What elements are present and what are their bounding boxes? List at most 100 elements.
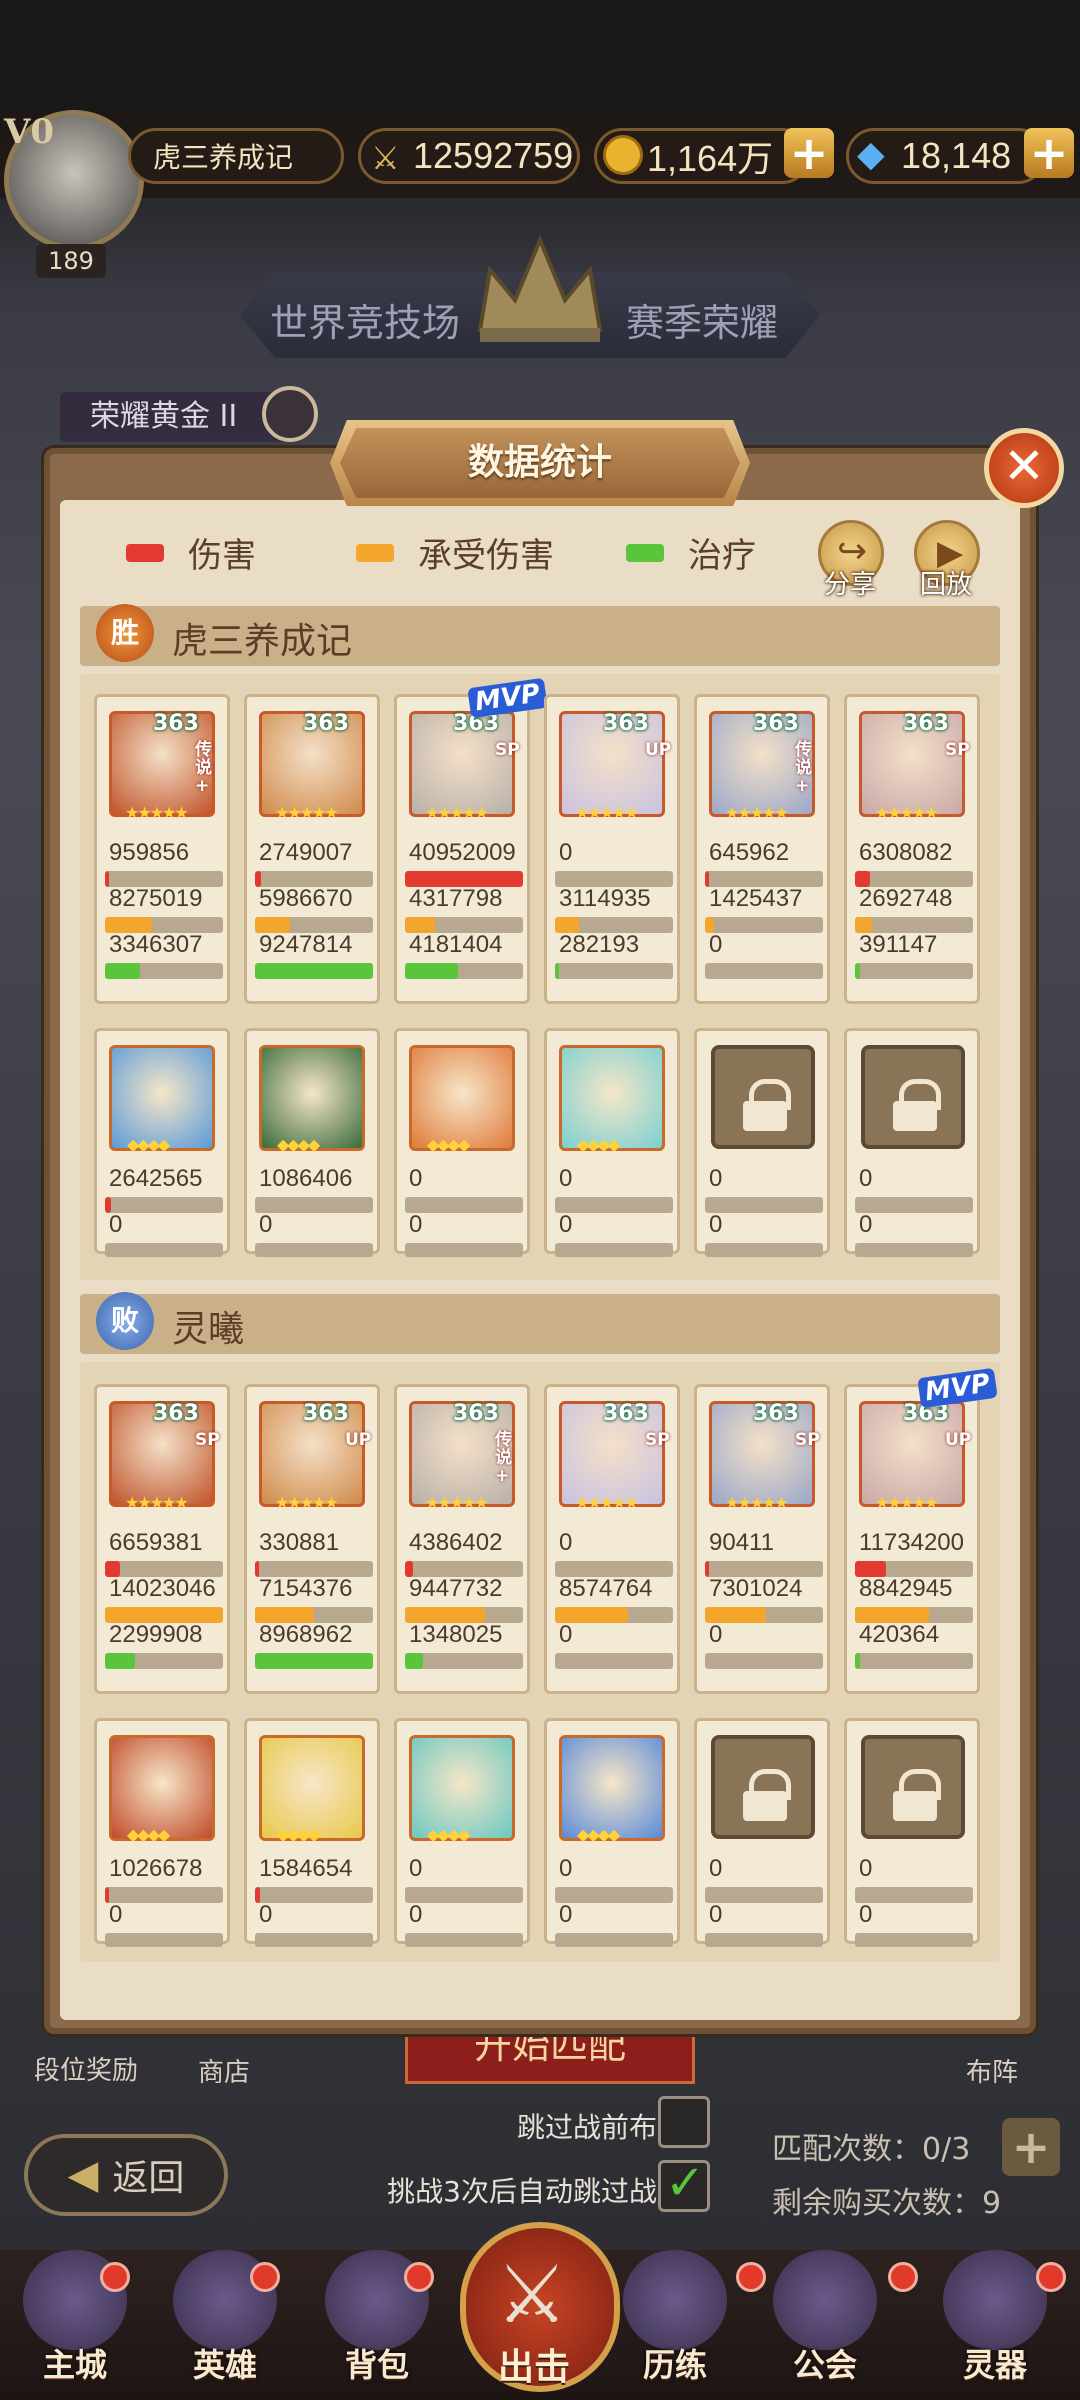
taken-value: 7154376 [259,1575,353,1602]
damage-bar-fill [105,1887,109,1903]
damage-value: 1086406 [259,1165,353,1192]
player-name-pill: 虎三养成记 [128,128,344,184]
back-button[interactable]: ◀ 返回 [24,2134,228,2216]
hero-tag: 传说+ [495,1430,512,1486]
damage-bar [855,1197,973,1213]
pet-card[interactable]: ◆◆◆◆ 1026678 0 [94,1718,230,1947]
heal-value: 2299908 [109,1621,203,1648]
taken-bar [555,1933,673,1947]
legend-label: 伤害 [188,536,256,576]
add-match-button[interactable]: + [1002,2118,1060,2176]
hero-level: 363 [303,1401,349,1426]
stars-icon: ★★★★★ [575,803,639,822]
taken-bar [105,1933,223,1947]
legend-taken: 承受伤害 [356,528,554,577]
orb-icon [943,2250,1047,2350]
locked-slot[interactable]: 00 [844,1718,980,1947]
damage-value: 0 [559,1529,573,1556]
lock-icon [711,1735,815,1839]
damage-bar [555,1887,673,1903]
hero-card[interactable]: 363 UP ★★★★★ 330881 7154376 8968962 [244,1384,380,1694]
stars-icon: ◆◆◆◆ [427,1825,470,1844]
hero-level: 363 [903,711,949,736]
heal-bar-fill [405,1653,423,1669]
heal-bar [555,1653,673,1669]
pet-card[interactable]: ◆◆◆◆ 0 0 [544,1028,680,1257]
hero-card[interactable]: 363 SP ★★★★★ 90411 7301024 0 [694,1384,830,1694]
heal-bar [855,963,973,979]
pet-card[interactable]: ◆◆◆◆ 0 0 [394,1028,530,1257]
heal-bar [855,1653,973,1669]
pet-card[interactable]: ◆◆◆◆ 0 0 [394,1718,530,1947]
pet-card[interactable]: ◆◆◆◆ 1086406 0 [244,1028,380,1257]
vip-level: V0 [4,112,55,152]
add-gems-button[interactable]: + [1024,126,1074,180]
hero-card[interactable]: 363 传说+ ★★★★★ 4386402 9447732 1348025 [394,1384,530,1694]
damage-value: 11734200 [859,1529,964,1556]
formation-label[interactable]: 布阵 [966,2052,1018,2089]
stars-icon: ★★★★★ [725,803,789,822]
heal-bar [105,963,223,979]
hero-card[interactable]: 363 SP ★★★★★ 6659381 14023046 2299908 [94,1384,230,1694]
pet-card[interactable]: ◆◆◆◆ 0 0 [544,1718,680,1947]
heal-bar [255,1653,373,1669]
nav-label: 公会 [792,2346,857,2384]
heal-bar [105,1653,223,1669]
hero-tag: SP [645,1430,670,1450]
modal-title: 数据统计 [467,442,612,483]
heal-bar [405,1653,523,1669]
add-gold-button[interactable]: + [784,126,834,180]
heal-bar [705,963,823,979]
heal-bar-fill [105,1653,135,1669]
locked-slot[interactable]: 00 [844,1028,980,1257]
damage-bar [555,1197,673,1213]
taken-bar [705,1933,823,1947]
hero-card[interactable]: 363 UP ★★★★★ 0 3114935 282193 [544,694,680,1004]
nav-training[interactable]: 历练 [610,2250,740,2400]
match-count: 匹配次数：0/3 [772,2132,971,2167]
nav-fight[interactable]: ⚔ 出击 [460,2222,620,2392]
hero-card[interactable]: 363 SP ★★★★★ 0 8574764 0 [544,1384,680,1694]
hero-card[interactable]: 363 SP ★★★★★ 6308082 2692748 391147 [844,694,980,1004]
search-icon[interactable] [262,386,318,442]
heal-value: 282193 [559,931,640,958]
locked-slot[interactable]: 00 [694,1028,830,1257]
heal-bar-fill [255,1653,373,1669]
heal-bar-fill [105,963,141,979]
power-pill: ⚔ 12592759 [358,128,580,184]
nav-guild[interactable]: 公会 [760,2250,890,2400]
hero-card[interactable]: 363 ★★★★★ 2749007 5986670 9247814 [244,694,380,1004]
stars-icon: ◆◆◆◆ [277,1825,320,1844]
taken-value: 4317798 [409,885,503,912]
defeat-badge: 败 [96,1292,154,1350]
damage-value: 330881 [259,1529,340,1556]
tab-season-glory[interactable]: 赛季荣耀 [626,292,778,347]
legend-swatch-red [126,543,164,562]
hero-card[interactable]: 363 UP ★★★★★ 11734200 8842945 420364 MVP [844,1367,998,1694]
stars-icon: ★★★★★ [425,803,489,822]
hero-card[interactable]: 363 传说+ ★★★★★ 645962 1425437 0 [694,694,830,1004]
damage-value: 40952009 [409,839,516,866]
heal-value: 1348025 [409,1621,503,1648]
taken-value: 3114935 [559,885,651,912]
heal-value: 0 [709,1621,723,1648]
stars-icon: ★★★★★ [575,1493,639,1512]
hero-card[interactable]: 363 SP ★★★★★ 40952009 4317798 4181404 MVP [394,677,548,1004]
locked-slot[interactable]: 00 [694,1718,830,1947]
shop-label[interactable]: 商店 [198,2052,250,2089]
damage-value: 90411 [709,1529,774,1556]
tab-world-arena[interactable]: 世界竞技场 [270,292,460,347]
skip-formation-checkbox[interactable] [658,2096,710,2148]
taken-value: 0 [559,1901,573,1928]
pet-card[interactable]: ◆◆◆◆ 2642565 0 [94,1028,230,1257]
auto-skip-checkbox[interactable]: ✓ [658,2155,710,2212]
rank-reward-label[interactable]: 段位奖励 [34,2050,138,2087]
pet-card[interactable]: ◆◆◆◆ 1584654 0 [244,1718,380,1947]
hero-card[interactable]: 363 传说+ ★★★★★ 959856 8275019 3346307 [94,694,230,1004]
replay-label: 回放 [920,570,973,600]
stars-icon: ◆◆◆◆ [427,1135,470,1154]
heal-bar-fill [855,963,860,979]
damage-value: 2749007 [259,839,353,866]
stars-icon: ◆◆◆◆ [577,1135,620,1154]
close-button[interactable]: ✕ [984,428,1064,508]
